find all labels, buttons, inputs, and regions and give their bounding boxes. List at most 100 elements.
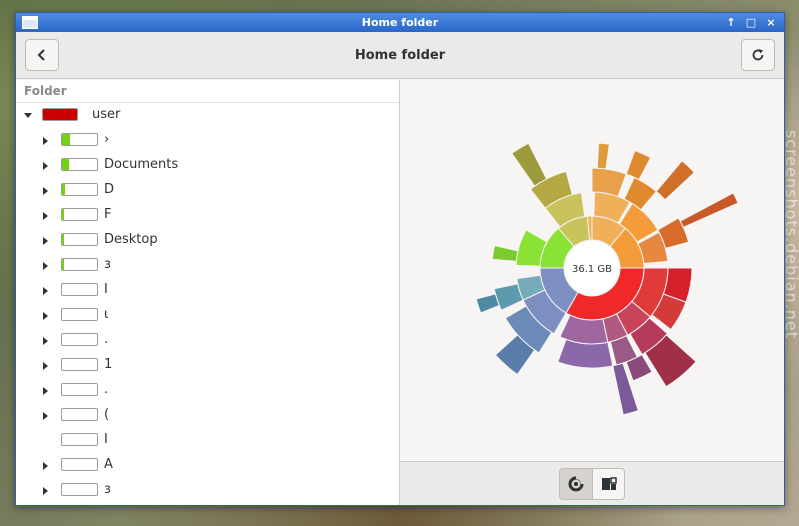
tree-row[interactable]: D <box>16 178 399 203</box>
back-button[interactable] <box>25 39 59 71</box>
tree-row[interactable]: ι <box>16 303 399 328</box>
ring-segment[interactable] <box>475 293 500 314</box>
maximize-button[interactable]: □ <box>742 14 760 30</box>
refresh-button[interactable] <box>741 39 775 71</box>
expander-expanded-icon[interactable] <box>24 113 32 118</box>
window-titlebar[interactable]: Home folder ↑ □ × <box>16 13 784 32</box>
expander-collapsed-icon[interactable] <box>43 312 48 320</box>
expander-collapsed-icon[interactable] <box>43 187 48 195</box>
ring-segment[interactable] <box>679 192 739 228</box>
expander-collapsed-icon[interactable] <box>43 262 48 270</box>
folder-name: › <box>104 132 110 147</box>
folder-name: I <box>104 432 108 447</box>
tree-row[interactable]: Documents <box>16 153 399 178</box>
ring-chart-view-button[interactable] <box>560 468 592 499</box>
size-bar-fill <box>62 259 64 270</box>
tree-row[interactable]: I <box>16 428 399 453</box>
expander-collapsed-icon[interactable] <box>43 337 48 345</box>
folder-name: I <box>104 282 108 297</box>
chart-footer <box>400 462 784 505</box>
size-bar <box>61 183 98 196</box>
folder-name: ι <box>104 307 109 322</box>
ring-segment[interactable] <box>557 338 614 369</box>
ring-chart[interactable]: 36.1 GB <box>400 80 784 462</box>
size-bar <box>61 258 98 271</box>
folder-tree[interactable]: Folder user › Documents D F Desktop ɜ Iι. 1.(I Aɜ <box>16 80 400 505</box>
window-title: Home folder <box>361 16 439 29</box>
ring-chart-icon <box>568 475 584 491</box>
expander-collapsed-icon[interactable] <box>43 412 48 420</box>
window-controls: ↑ □ × <box>722 14 780 30</box>
expander-collapsed-icon[interactable] <box>43 212 48 220</box>
size-bar-fill <box>62 209 65 220</box>
expander-collapsed-icon[interactable] <box>43 487 48 495</box>
expander-collapsed-icon[interactable] <box>43 287 48 295</box>
size-bar <box>61 283 98 296</box>
ring-segment[interactable] <box>511 142 548 187</box>
size-bar <box>61 158 98 171</box>
folder-name: ɜ <box>104 482 111 497</box>
expander-collapsed-icon[interactable] <box>43 462 48 470</box>
tree-row[interactable]: F <box>16 203 399 228</box>
size-bar <box>61 308 98 321</box>
folder-name: F <box>104 207 112 222</box>
folder-column-header[interactable]: Folder <box>16 80 399 103</box>
expander-collapsed-icon[interactable] <box>43 237 48 245</box>
expander-collapsed-icon[interactable] <box>43 362 48 370</box>
size-bar <box>61 133 98 146</box>
size-bar-fill <box>62 184 65 195</box>
folder-name: ( <box>104 407 110 422</box>
ring-segment[interactable] <box>491 244 519 262</box>
size-bar-fill <box>62 234 64 245</box>
size-bar <box>61 483 98 496</box>
folder-name: user <box>92 107 121 122</box>
page-title: Home folder <box>354 47 446 63</box>
folder-name: . <box>104 382 109 397</box>
tree-row[interactable]: › <box>16 128 399 153</box>
ring-segment[interactable] <box>596 142 610 170</box>
total-size-label: 36.1 GB <box>572 264 612 275</box>
size-bar-fill <box>43 109 77 120</box>
tree-row[interactable]: . <box>16 328 399 353</box>
folder-name: Desktop <box>104 232 158 247</box>
ring-chart-area: 36.1 GB <box>400 80 784 462</box>
folder-name: A <box>104 457 113 472</box>
refresh-icon <box>752 49 764 61</box>
main-content: Folder user › Documents D F Desktop ɜ Iι. 1.(I Aɜ… <box>16 80 784 505</box>
treemap-view-button[interactable] <box>592 468 624 499</box>
folder-name: . <box>104 332 109 347</box>
expander-collapsed-icon[interactable] <box>43 387 48 395</box>
expander-collapsed-icon[interactable] <box>43 137 48 145</box>
size-bar <box>61 233 98 246</box>
folder-name: 1 <box>104 357 113 372</box>
tree-row[interactable]: ( <box>16 403 399 428</box>
ring-segment[interactable] <box>655 160 696 201</box>
ring-segment[interactable] <box>591 167 627 198</box>
tree-row[interactable]: ɜ <box>16 253 399 278</box>
folder-name: ɜ <box>104 257 111 272</box>
view-switcher <box>559 467 625 500</box>
tree-row[interactable]: Desktop <box>16 228 399 253</box>
size-bar <box>61 383 98 396</box>
tree-row[interactable]: . <box>16 378 399 403</box>
close-button[interactable]: × <box>762 14 780 30</box>
back-arrow-icon <box>37 49 45 61</box>
folder-name: D <box>104 182 115 197</box>
treemap-icon <box>601 476 617 490</box>
size-bar <box>61 433 98 446</box>
size-bar <box>61 458 98 471</box>
size-bar <box>61 333 98 346</box>
window-menu-icon[interactable] <box>22 16 38 29</box>
size-bar <box>61 208 98 221</box>
tree-row[interactable]: A <box>16 453 399 478</box>
tree-row[interactable]: I <box>16 278 399 303</box>
header-bar: Home folder <box>16 32 784 79</box>
app-window: Home folder ↑ □ × Home folder Folder use… <box>15 12 785 506</box>
expander-collapsed-icon[interactable] <box>43 162 48 170</box>
tree-row[interactable]: ɜ <box>16 478 399 503</box>
size-bar <box>61 358 98 371</box>
tree-row[interactable]: 1 <box>16 353 399 378</box>
tree-row[interactable]: user <box>16 103 399 128</box>
ring-segment[interactable] <box>625 149 652 181</box>
maximize-up-button[interactable]: ↑ <box>722 14 740 30</box>
